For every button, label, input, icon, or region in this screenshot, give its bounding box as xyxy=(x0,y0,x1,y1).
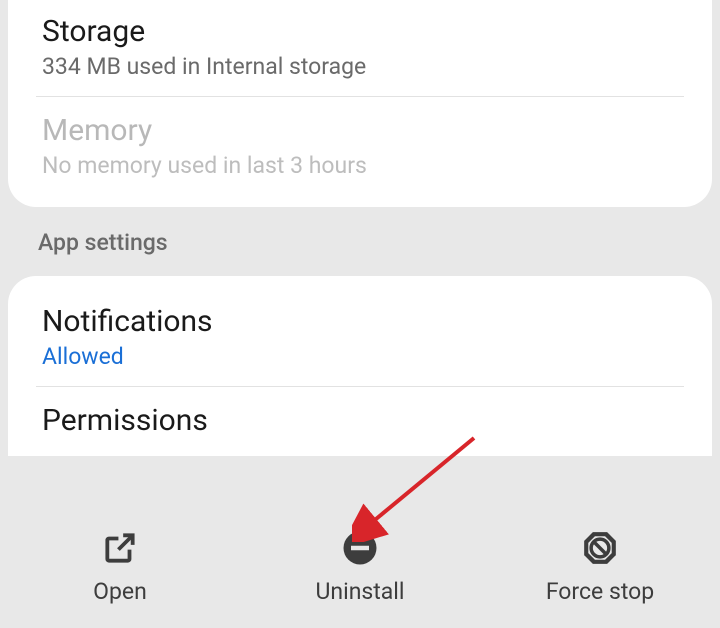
force-stop-label: Force stop xyxy=(546,578,654,605)
notifications-title: Notifications xyxy=(42,304,678,339)
uninstall-icon xyxy=(340,528,380,568)
notifications-status: Allowed xyxy=(42,343,678,370)
bottom-action-bar: Open Uninstall Force stop xyxy=(0,505,720,628)
memory-subtitle: No memory used in last 3 hours xyxy=(42,152,678,179)
storage-title: Storage xyxy=(42,14,678,49)
section-header-app-settings: App settings xyxy=(0,207,720,276)
uninstall-button[interactable]: Uninstall xyxy=(240,528,480,605)
divider xyxy=(36,386,684,387)
permissions-title: Permissions xyxy=(42,403,678,438)
storage-subtitle: 334 MB used in Internal storage xyxy=(42,53,678,80)
open-button[interactable]: Open xyxy=(0,528,240,605)
storage-row[interactable]: Storage 334 MB used in Internal storage xyxy=(8,0,712,94)
divider xyxy=(36,96,684,97)
uninstall-label: Uninstall xyxy=(315,578,404,605)
notifications-row[interactable]: Notifications Allowed xyxy=(8,290,712,384)
memory-row: Memory No memory used in last 3 hours xyxy=(8,99,712,193)
force-stop-icon xyxy=(580,528,620,568)
permissions-row[interactable]: Permissions xyxy=(8,389,712,456)
force-stop-button[interactable]: Force stop xyxy=(480,528,720,605)
open-icon xyxy=(100,528,140,568)
memory-title: Memory xyxy=(42,113,678,148)
open-label: Open xyxy=(93,578,147,605)
